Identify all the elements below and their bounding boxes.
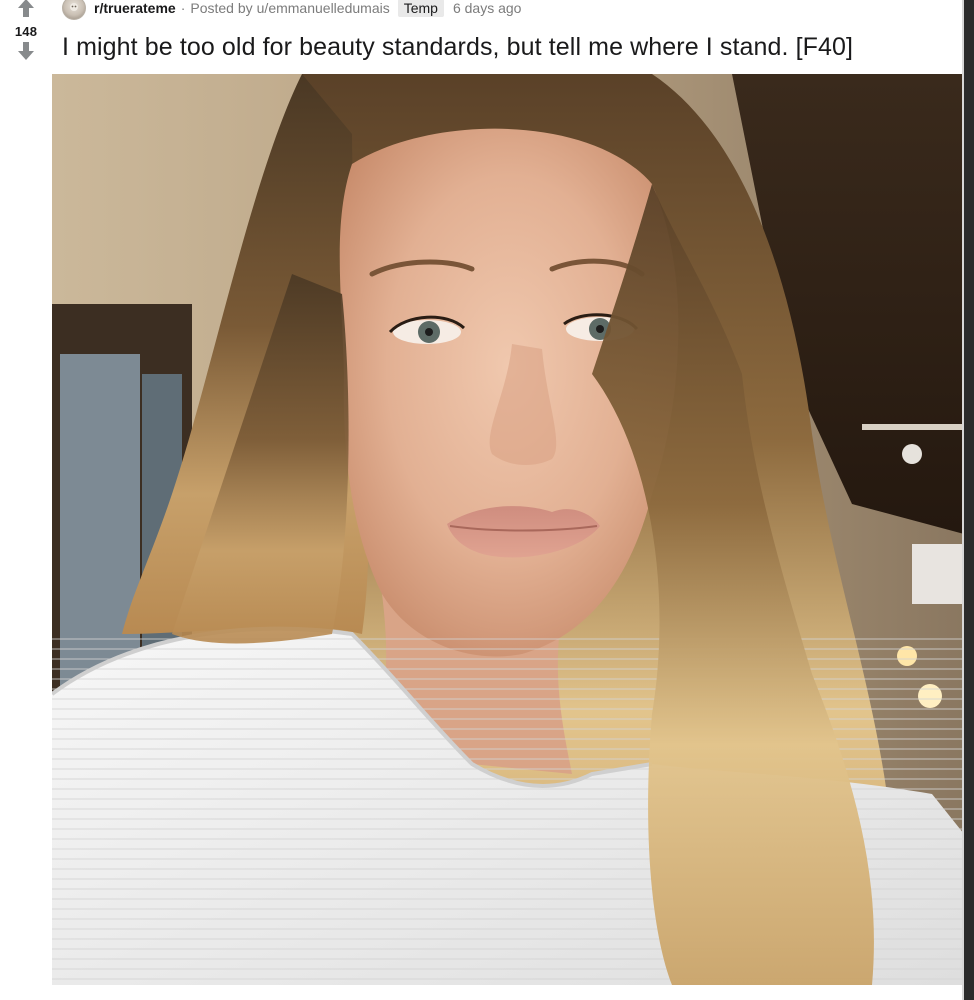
vote-score: 148 <box>14 24 38 39</box>
scrollbar[interactable] <box>964 0 974 1000</box>
post-timestamp[interactable]: 6 days ago <box>453 0 522 16</box>
arrow-up-icon <box>18 0 34 17</box>
downvote-button[interactable] <box>16 41 36 61</box>
posted-by-label: Posted by <box>190 0 253 16</box>
author-link[interactable]: u/emmanuelledumais <box>257 0 390 16</box>
meta-separator: · <box>180 0 186 16</box>
post-image[interactable] <box>52 74 964 985</box>
post-title[interactable]: I might be too old for beauty standards,… <box>62 30 853 64</box>
subreddit-avatar-icon[interactable] <box>62 0 86 20</box>
subreddit-link[interactable]: r/truerateme <box>94 0 176 16</box>
post-meta: r/truerateme · Posted by u/emmanuelledum… <box>62 0 521 20</box>
arrow-down-icon <box>18 42 34 60</box>
upvote-button[interactable] <box>16 0 36 18</box>
vote-column: 148 <box>0 0 52 80</box>
bottom-spacer <box>0 985 964 1000</box>
reddit-post-page: 148 r/truerateme · Posted by u/emmanuell… <box>0 0 974 1000</box>
post-flair-badge[interactable]: Temp <box>397 0 444 17</box>
